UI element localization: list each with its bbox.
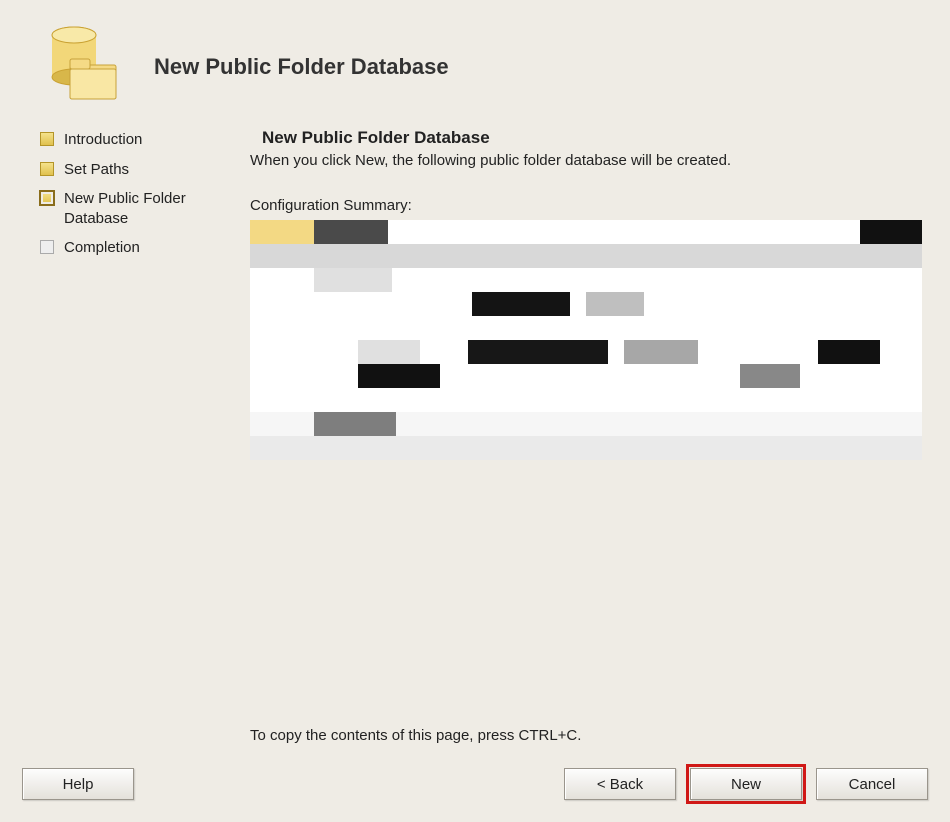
help-button[interactable]: Help bbox=[22, 768, 134, 800]
summary-row bbox=[250, 220, 922, 244]
step-set-paths[interactable]: Set Paths bbox=[40, 160, 220, 180]
step-introduction[interactable]: Introduction bbox=[40, 130, 220, 150]
summary-cell bbox=[818, 340, 880, 364]
summary-cell bbox=[250, 316, 922, 340]
summary-cell bbox=[250, 268, 314, 292]
summary-row bbox=[250, 292, 922, 316]
database-folder-icon bbox=[40, 25, 124, 109]
summary-cell bbox=[250, 412, 314, 436]
summary-row bbox=[250, 244, 922, 268]
step-label: Completion bbox=[64, 238, 220, 258]
wizard-steps: Introduction Set Paths New Public Folder D… bbox=[40, 130, 220, 268]
summary-row bbox=[250, 364, 922, 388]
step-completion[interactable]: Completion bbox=[40, 238, 220, 258]
step-status-icon bbox=[40, 132, 54, 146]
summary-cell bbox=[608, 340, 624, 364]
button-row-left: Help bbox=[22, 768, 134, 800]
copy-hint: To copy the contents of this page, press… bbox=[250, 727, 581, 744]
summary-cell bbox=[250, 220, 314, 244]
wizard-title: New Public Folder Database bbox=[154, 54, 449, 80]
summary-cell bbox=[250, 340, 358, 364]
summary-cell bbox=[250, 364, 358, 388]
content-title: New Public Folder Database bbox=[262, 128, 922, 148]
summary-cell bbox=[250, 244, 922, 268]
summary-cell bbox=[860, 220, 922, 244]
summary-cell bbox=[570, 292, 586, 316]
summary-cell bbox=[472, 292, 570, 316]
step-status-icon bbox=[40, 162, 54, 176]
summary-cell bbox=[388, 220, 860, 244]
new-button[interactable]: New bbox=[690, 768, 802, 800]
summary-cell bbox=[314, 220, 388, 244]
summary-cell bbox=[392, 268, 922, 292]
summary-cell bbox=[358, 340, 420, 364]
cancel-button[interactable]: Cancel bbox=[816, 768, 928, 800]
step-label: Set Paths bbox=[64, 160, 220, 180]
summary-cell bbox=[314, 412, 396, 436]
step-new-public-folder-database[interactable]: New Public Folder Database bbox=[40, 189, 220, 228]
button-row-right: < Back New Cancel bbox=[564, 768, 928, 800]
summary-cell bbox=[396, 412, 922, 436]
summary-cell bbox=[358, 364, 440, 388]
summary-row bbox=[250, 388, 922, 412]
summary-cell bbox=[440, 364, 740, 388]
configuration-summary bbox=[250, 220, 922, 460]
step-label: Introduction bbox=[64, 130, 220, 150]
summary-row bbox=[250, 268, 922, 292]
summary-cell bbox=[800, 364, 922, 388]
wizard-content: New Public Folder Database When you clic… bbox=[250, 128, 922, 744]
summary-row bbox=[250, 340, 922, 364]
summary-row bbox=[250, 412, 922, 436]
back-button[interactable]: < Back bbox=[564, 768, 676, 800]
step-status-icon bbox=[40, 240, 54, 254]
summary-cell bbox=[314, 268, 392, 292]
wizard-window: New Public Folder Database Introduction S… bbox=[0, 0, 950, 822]
summary-cell bbox=[250, 436, 922, 460]
summary-cell bbox=[420, 340, 468, 364]
summary-cell bbox=[250, 292, 472, 316]
summary-label: Configuration Summary: bbox=[250, 197, 922, 214]
summary-cell bbox=[740, 364, 800, 388]
summary-row bbox=[250, 316, 922, 340]
step-status-icon bbox=[40, 191, 54, 205]
step-label: New Public Folder Database bbox=[64, 189, 220, 228]
summary-cell bbox=[468, 340, 608, 364]
summary-cell bbox=[644, 292, 922, 316]
summary-cell bbox=[698, 340, 818, 364]
summary-cell bbox=[880, 340, 922, 364]
summary-cell bbox=[250, 388, 922, 412]
content-description: When you click New, the following public… bbox=[250, 152, 922, 169]
summary-cell bbox=[586, 292, 644, 316]
wizard-header: New Public Folder Database bbox=[40, 22, 920, 112]
summary-row bbox=[250, 436, 922, 460]
summary-cell bbox=[624, 340, 698, 364]
